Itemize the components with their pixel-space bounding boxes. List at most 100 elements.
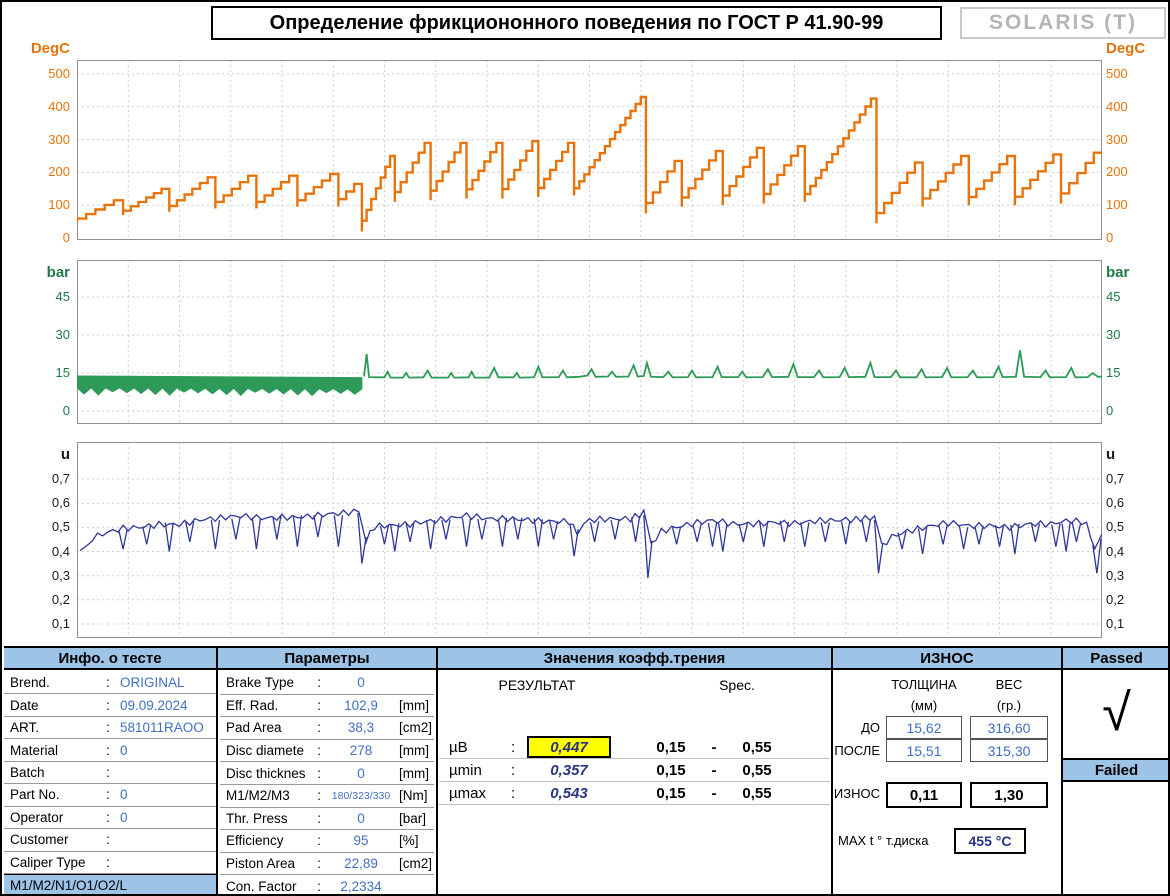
colon: :: [317, 720, 329, 735]
temperature-ytick-left: 300: [16, 131, 70, 149]
passed-header-text: Passed: [1090, 650, 1143, 667]
colon: :: [106, 765, 120, 780]
test-info-row: Batch:: [4, 762, 216, 784]
parameter-value: 0: [329, 811, 393, 826]
mu-label: µmin: [439, 762, 511, 779]
spec-column-header: Spec.: [692, 677, 782, 693]
info-label: Date: [10, 698, 106, 713]
info-value: 09.09.2024: [120, 698, 188, 713]
friction-row: µmin:0,3570,15-0,55: [439, 759, 830, 782]
parameter-value: 38,3: [329, 720, 393, 735]
test-info-row: ART.:581011RAOO: [4, 717, 216, 739]
parameter-unit: [mm]: [393, 698, 434, 713]
parameter-row: Brake Type:0: [220, 672, 434, 695]
wear-row-label: ИЗНОС: [818, 786, 880, 801]
spec-min: 0,15: [641, 785, 701, 802]
temperature-ytick-right: 0: [1106, 229, 1166, 247]
parameter-row: Efficiency:95[%]: [220, 830, 434, 853]
parameter-label: Thr. Press: [226, 811, 317, 826]
parameter-label: Eff. Rad.: [226, 698, 317, 713]
friction-row: µmax:0,5430,15-0,55: [439, 782, 830, 805]
friction-ytick-right: 0,3: [1106, 567, 1166, 585]
parameter-label: Pad Area: [226, 720, 317, 735]
parameter-value: 278: [329, 743, 393, 758]
parameter-row: M1/M2/M3:180/323/330[Nm]: [220, 785, 434, 808]
parameter-value: 2,2334: [329, 879, 393, 894]
info-value: 581011RAOO: [120, 720, 204, 735]
colon: :: [317, 811, 329, 826]
test-info-row: Part No.:0: [4, 784, 216, 806]
friction-ytick-right: 0,2: [1106, 591, 1166, 609]
temperature-ytick-right: 500: [1106, 65, 1166, 83]
parameter-value: 22,89: [329, 856, 393, 871]
section-header-parameters: Параметры: [218, 646, 436, 670]
pressure-chart: [77, 260, 1102, 424]
test-info-row: Date:09.09.2024: [4, 694, 216, 716]
max-disc-temp-label: MAX t ° т.диска: [838, 833, 952, 848]
section-header-text: Значения коэфф.трения: [544, 650, 726, 667]
friction-ytick-left: 0,4: [16, 543, 70, 561]
temperature-ytick-right: 400: [1106, 98, 1166, 116]
wear-weight-header: ВЕС: [979, 677, 1039, 692]
temperature-ytick-right: 200: [1106, 163, 1166, 181]
section-header-wear: ИЗНОС: [833, 646, 1061, 670]
test-info-row: Caliper Type:: [4, 852, 216, 874]
result-column-header: РЕЗУЛЬТАТ: [472, 677, 602, 693]
table-divider: [216, 646, 218, 896]
temperature-unit-label-right: DegC: [1106, 40, 1166, 58]
pressure-ytick-left: 0: [16, 402, 70, 420]
mu-label: µB: [439, 739, 511, 756]
pressure-ytick-left: 30: [16, 326, 70, 344]
parameter-row: Piston Area:22,89[cm2]: [220, 853, 434, 876]
friction-ytick-left: 0,6: [16, 494, 70, 512]
mu-value: 0,543: [527, 782, 611, 804]
friction-ytick-left: 0,2: [16, 591, 70, 609]
parameter-row: Eff. Rad.:102,9[mm]: [220, 695, 434, 718]
parameter-row: Pad Area:38,3[cm2]: [220, 717, 434, 740]
friction-chart: [77, 442, 1102, 638]
info-value: 0: [120, 787, 128, 802]
parameter-unit: [mm]: [393, 766, 434, 781]
pressure-ytick-left: 45: [16, 288, 70, 306]
test-info-footer-text: M1/M2/N1/O1/O2/L: [10, 878, 127, 893]
info-value: ORIGINAL: [120, 675, 185, 690]
wear-row-label: ДО: [818, 720, 880, 735]
colon: :: [106, 675, 120, 690]
info-label: Caliper Type: [10, 855, 106, 870]
wear-thickness-header-text: ТОЛЩИНА: [891, 677, 956, 692]
brand-logo: SOLARIS (T): [960, 7, 1166, 39]
colon: :: [317, 879, 329, 894]
wear-weight-header-text: ВЕС: [996, 677, 1023, 692]
parameter-unit: [mm]: [393, 743, 434, 758]
parameter-value: 95: [329, 833, 393, 848]
parameter-row: Disc diamete:278[mm]: [220, 740, 434, 763]
info-label: Operator: [10, 810, 106, 825]
info-value: 0: [120, 743, 128, 758]
colon: :: [317, 856, 329, 871]
colon: :: [106, 698, 120, 713]
section-header-test-info: Инфо. о тесте: [4, 646, 216, 670]
friction-ytick-right: 0,1: [1106, 615, 1166, 633]
max-disc-temp-value-text: 455 °C: [969, 833, 1012, 849]
max-disc-temp-value: 455 °C: [954, 828, 1026, 854]
mu-value: 0,357: [527, 759, 611, 781]
friction-ytick-right: 0,7: [1106, 470, 1166, 488]
colon: :: [511, 739, 527, 756]
friction-ytick-left: 0,3: [16, 567, 70, 585]
colon: :: [106, 810, 120, 825]
parameter-row: Con. Factor:2,2334: [220, 875, 434, 896]
parameter-label: M1/M2/M3: [226, 788, 317, 803]
pressure-ytick-right: 30: [1106, 326, 1166, 344]
friction-ytick-right: 0,6: [1106, 494, 1166, 512]
test-info-row: Material:0: [4, 739, 216, 761]
wear-thickness-value: 15,62: [886, 716, 962, 739]
wear-thickness-value: 0,11: [886, 782, 962, 808]
temperature-unit-label-left: DegC: [16, 40, 70, 58]
temperature-ytick-left: 200: [16, 163, 70, 181]
parameter-label: Con. Factor: [226, 879, 317, 894]
colon: :: [106, 832, 120, 847]
section-header-text: Инфо. о тесте: [58, 650, 161, 667]
spec-min: 0,15: [641, 762, 701, 779]
max-disc-temp-label-text: MAX t ° т.диска: [838, 833, 929, 848]
spec-max: 0,55: [727, 785, 787, 802]
